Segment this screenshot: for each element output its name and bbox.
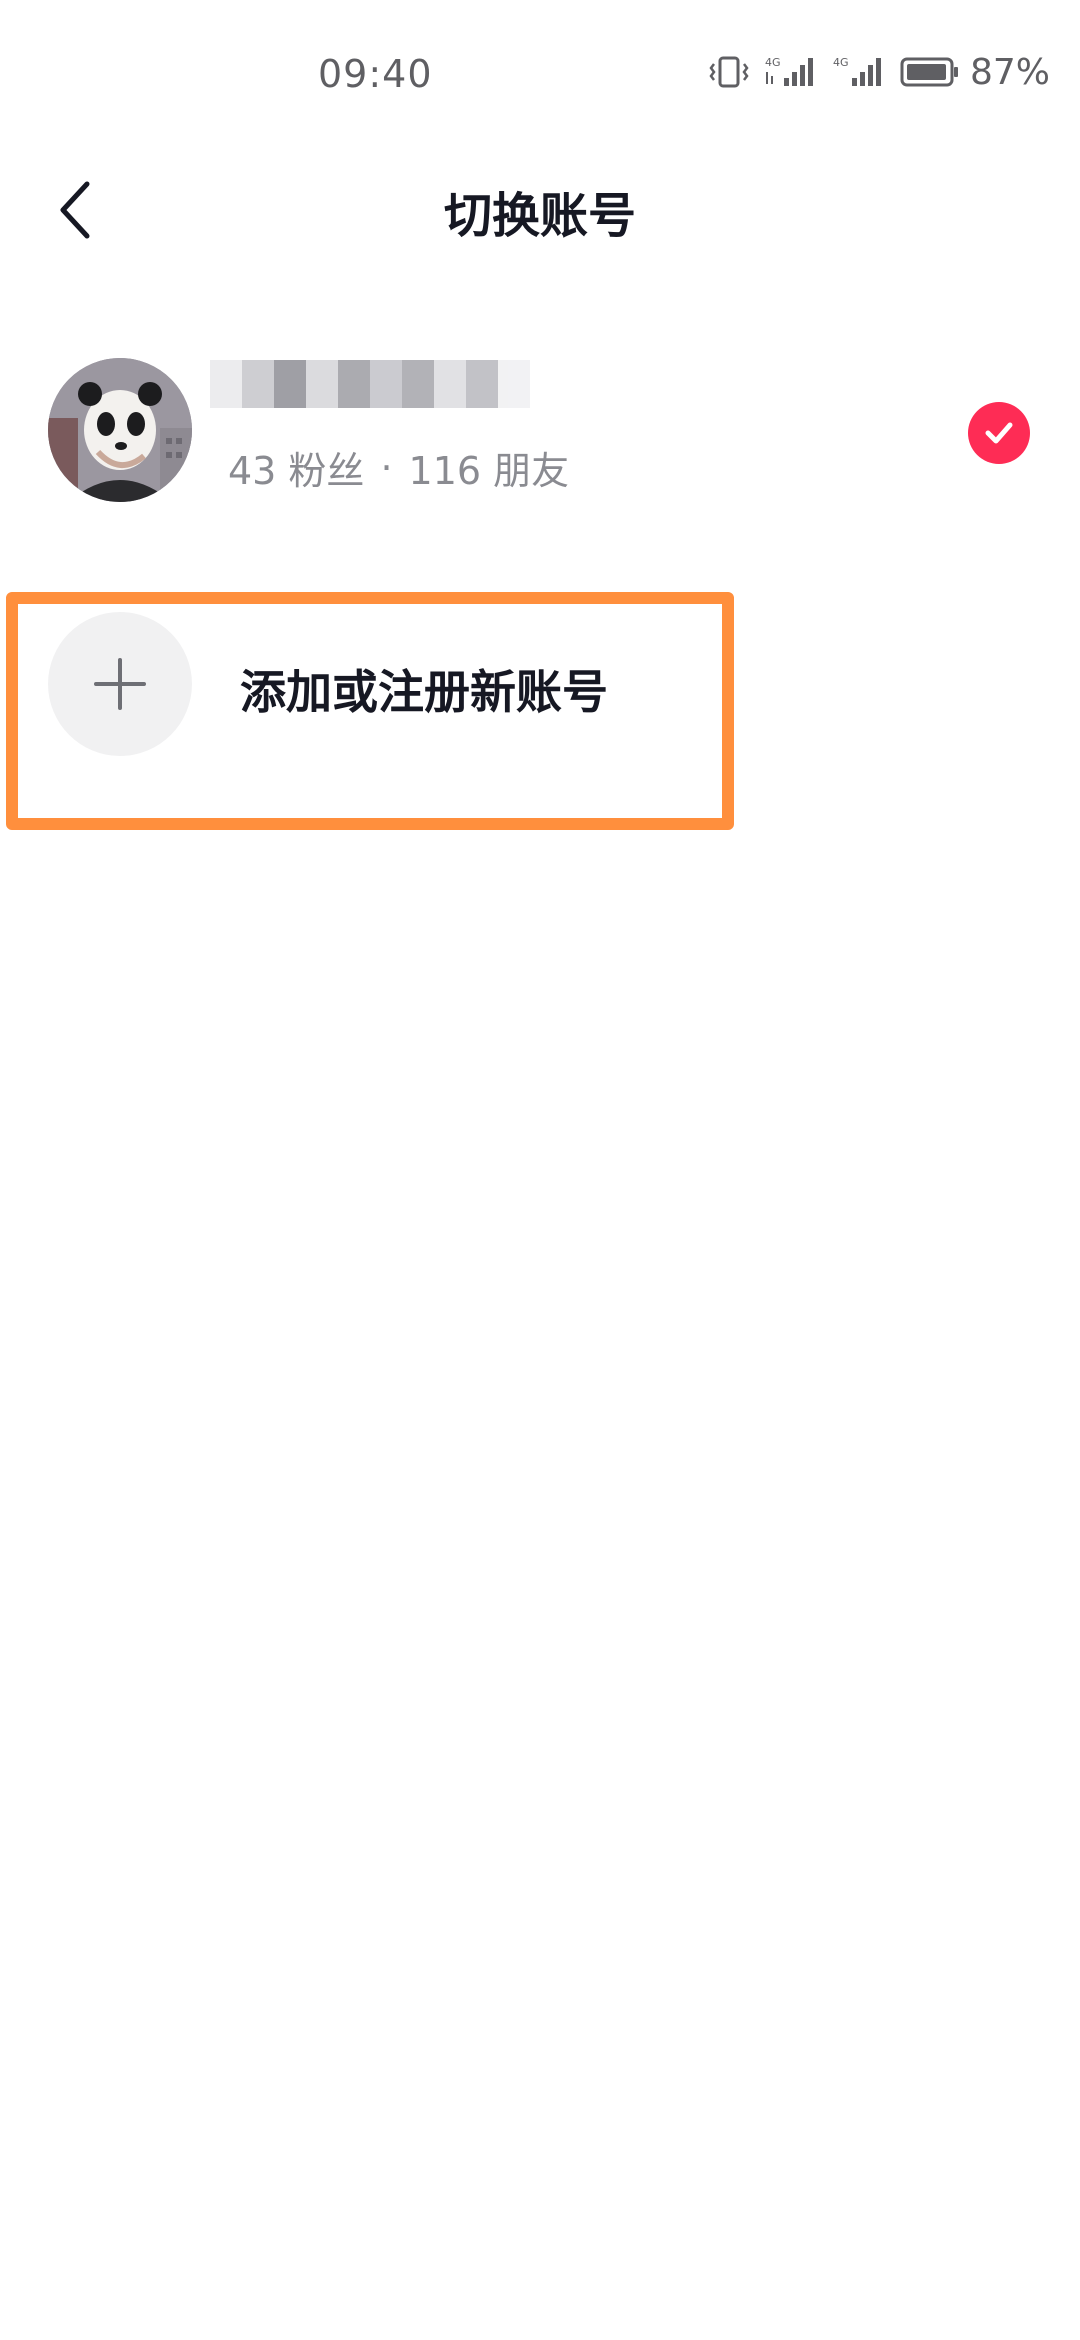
add-circle [48,612,192,756]
avatar [48,358,192,502]
check-icon [985,422,1013,444]
status-time: 09:40 [318,52,433,96]
plus-icon [94,658,146,710]
username-redacted [210,360,530,408]
status-bar: 09:40 4G 4G 87% [0,0,1080,130]
avatar-image [48,358,192,502]
vibrate-icon [709,56,749,88]
account-stats: 43 粉丝 · 116 朋友 [228,440,569,495]
selected-check-badge [968,402,1030,464]
page-title: 切换账号 [443,188,636,244]
followers-count: 43 粉丝 [228,449,365,493]
battery-percent: 87% [969,51,1050,93]
switch-account-page: 09:40 4G 4G 87% 切换账号 43 粉丝 · 116 朋友 添加或注… [0,0,1080,2340]
signal-4g-icon: 4G [765,56,813,86]
account-row-current[interactable]: 43 粉丝 · 116 朋友 [0,340,1080,520]
friends-count: 116 朋友 [408,449,570,493]
status-icons: 4G 4G 87% [708,51,1050,93]
battery-icon [900,57,958,87]
signal-4g-icon-2: 4G [833,56,881,86]
svg-text:4G: 4G [765,56,781,69]
add-account-label: 添加或注册新账号 [240,665,608,719]
add-account-button[interactable]: 添加或注册新账号 [0,600,1080,780]
svg-text:4G: 4G [833,56,849,69]
stats-separator: · [380,445,393,490]
header: 切换账号 [0,150,1080,270]
